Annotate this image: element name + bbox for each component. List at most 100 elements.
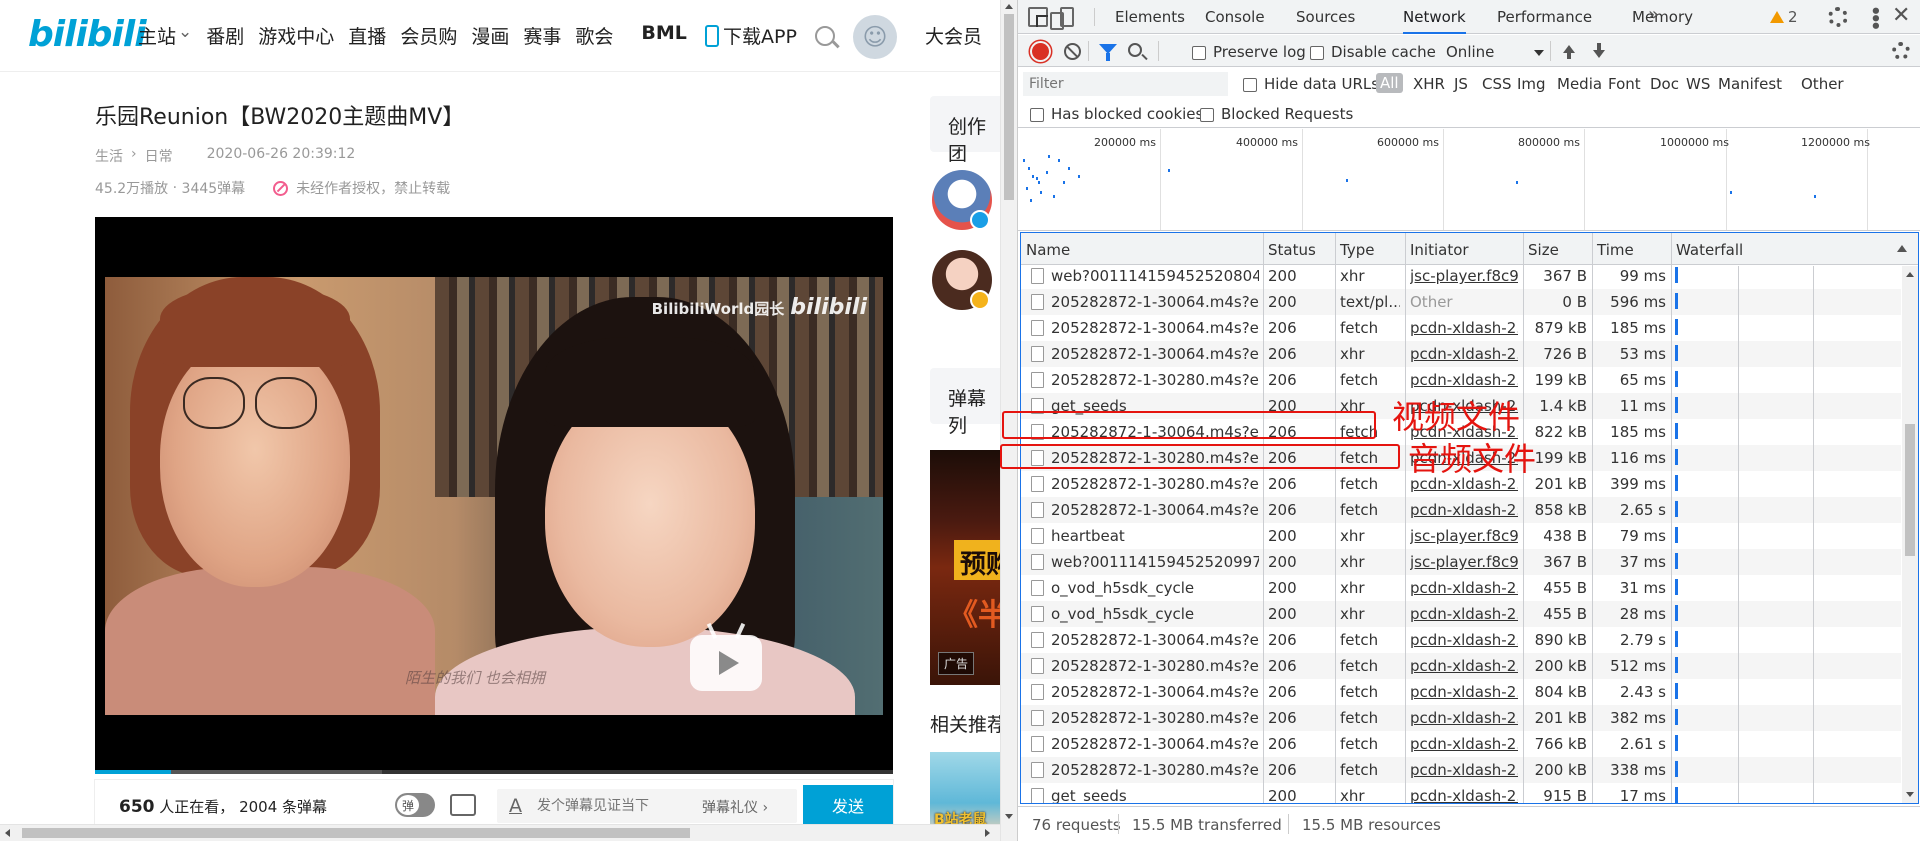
table-row[interactable]: web?0011141594525208047... 200 xhr jsc-play… [1021,266,1901,289]
hide-data-urls-checkbox[interactable]: Hide data URLs [1243,75,1379,93]
search-icon[interactable] [815,26,835,46]
more-options-icon[interactable]: ••• [1864,5,1885,28]
scroll-thumb[interactable] [22,828,690,838]
nav-item[interactable]: 直播 [348,22,386,49]
table-row[interactable]: 205282872-1-30280.m4s?exp... 206 fetch pcdn… [1021,367,1901,393]
preserve-log-checkbox[interactable]: Preserve log [1192,43,1306,61]
column-header-size[interactable]: Size [1528,241,1559,259]
cell-initiator[interactable]: pcdn-xldash-2... [1410,371,1518,389]
table-row[interactable]: 205282872-1-30280.m4s?exp... 206 fetch pcdn… [1021,757,1901,783]
tab-sources[interactable]: Sources [1296,0,1355,34]
cell-initiator[interactable]: pcdn-xldash-2... [1410,683,1518,701]
bilibili-logo[interactable]: bilibili [28,14,147,55]
filter-input[interactable] [1023,72,1228,96]
scroll-thumb[interactable] [1004,14,1014,200]
nav-item[interactable]: 游戏中心 [258,22,334,49]
inspect-element-icon[interactable] [1028,7,1048,27]
clear-icon[interactable] [1064,43,1081,60]
download-app-link[interactable]: 下载APP [705,22,797,49]
filter-type-ws[interactable]: WS [1686,75,1710,93]
cell-initiator[interactable]: pcdn-xldash-2... [1410,761,1518,779]
table-row[interactable]: 205282872-1-30064.m4s?exp... 206 fetch pcdn… [1021,497,1901,523]
filter-type-xhr[interactable]: XHR [1413,75,1445,93]
table-row[interactable]: 205282872-1-30280.m4s?exp... 206 fetch pcdn… [1021,653,1901,679]
cell-initiator[interactable]: pcdn-xldash-2... [1410,501,1518,519]
font-style-icon[interactable]: A [509,795,522,817]
sort-ascending-icon[interactable] [1897,245,1907,252]
filter-type-img[interactable]: Img [1517,75,1546,93]
danmaku-etiquette-link[interactable]: 弹幕礼仪 › [702,797,768,817]
table-row[interactable]: 205282872-1-30064.m4s?exp... 206 fetch pcdn… [1021,315,1901,341]
filter-type-doc[interactable]: Doc [1650,75,1679,93]
cell-initiator[interactable]: pcdn-xldash-2... [1410,605,1518,623]
scroll-left-icon[interactable] [5,829,10,837]
column-header-initiator[interactable]: Initiator [1410,241,1469,259]
video-progress-bar[interactable] [95,770,893,774]
video-frame[interactable]: BilibiliWorld园长 bilibili 陌生的我们 也会相拥 [105,277,883,715]
category-link[interactable]: 生活 [95,146,123,166]
filter-type-manifest[interactable]: Manifest [1718,75,1782,93]
nav-item[interactable]: 主站 [138,22,176,49]
send-danmaku-button[interactable]: 发送 [803,785,893,825]
filter-type-css[interactable]: CSS [1482,75,1512,93]
danmaku-settings-icon[interactable] [450,794,476,816]
page-horizontal-scrollbar[interactable] [0,824,1000,841]
nav-item[interactable]: 赛事 [523,22,561,49]
nav-item-bml[interactable]: BML [641,22,687,49]
blocked-requests-checkbox[interactable]: Blocked Requests [1200,105,1353,123]
settings-gear-icon[interactable] [1828,7,1848,27]
scroll-thumb[interactable] [1905,424,1915,556]
filter-type-all[interactable]: All [1376,73,1403,93]
table-vertical-scrollbar[interactable] [1902,266,1918,803]
network-settings-gear-icon[interactable] [1892,42,1910,60]
column-header-waterfall[interactable]: Waterfall [1676,241,1743,259]
tab-performance[interactable]: Performance [1497,0,1592,34]
filter-type-media[interactable]: Media [1557,75,1602,93]
cell-initiator[interactable]: pcdn-xldash-2... [1410,319,1518,337]
scroll-down-icon[interactable] [1906,792,1914,797]
cell-initiator[interactable]: jsc-player.f8c9... [1410,553,1518,571]
tab-elements[interactable]: Elements [1115,0,1185,34]
filter-icon[interactable] [1099,44,1117,61]
cell-initiator[interactable]: pcdn-xldash-2... [1410,579,1518,597]
scroll-right-icon[interactable] [985,829,990,837]
search-icon[interactable] [1128,43,1142,57]
column-header-status[interactable]: Status [1268,241,1316,259]
nav-item[interactable]: 歌会 [575,22,613,49]
column-header-type[interactable]: Type [1340,241,1374,259]
nav-item[interactable]: 会员购 [400,22,457,49]
filter-type-other[interactable]: Other [1801,75,1844,93]
cell-initiator[interactable]: pcdn-xldash-2... [1410,787,1518,803]
export-har-icon[interactable] [1593,43,1605,59]
table-row[interactable]: 205282872-1-30064.m4s?exp... 206 fetch pcdn… [1021,731,1901,757]
column-header-name[interactable]: Name [1026,241,1070,259]
table-row[interactable]: 205282872-1-30064.m4s?exp... 206 fetch pcdn… [1021,627,1901,653]
filter-type-font[interactable]: Font [1608,75,1641,93]
avatar[interactable]: ☺ [853,15,897,59]
cell-initiator[interactable]: pcdn-xldash-2... [1410,631,1518,649]
filter-type-js[interactable]: JS [1454,75,1468,93]
table-row[interactable]: web?0011141594525209977... 200 xhr jsc-play… [1021,549,1901,575]
tab-console[interactable]: Console [1205,0,1265,34]
warnings-counter[interactable]: 2 [1770,8,1798,26]
disable-cache-checkbox[interactable]: Disable cache [1310,43,1436,61]
scroll-down-icon[interactable] [1005,814,1013,819]
cell-initiator[interactable]: pcdn-xldash-2... [1410,345,1518,363]
table-row[interactable]: 205282872-1-30064.m4s?exp... 200 text/pl..… [1021,289,1901,315]
danmaku-input[interactable] [537,795,697,817]
throttling-select[interactable]: Online [1446,43,1544,61]
column-header-time[interactable]: Time [1597,241,1634,259]
cell-initiator[interactable]: pcdn-xldash-2... [1410,657,1518,675]
table-row[interactable]: get_seeds 200 xhr pcdn-xldash-2... 915 B 17 m… [1021,783,1901,803]
table-row[interactable]: 205282872-1-30280.m4s?exp... 206 fetch pcdn… [1021,705,1901,731]
cell-initiator[interactable]: jsc-player.f8c9... [1410,527,1518,545]
import-har-icon[interactable] [1563,43,1575,59]
nav-item[interactable]: 漫画 [471,22,509,49]
record-icon[interactable] [1032,43,1049,60]
table-row[interactable]: 205282872-1-30064.m4s?exp... 206 xhr pcdn-x… [1021,341,1901,367]
cell-initiator[interactable]: pcdn-xldash-2... [1410,709,1518,727]
table-row[interactable]: o_vod_h5sdk_cycle 200 xhr pcdn-xldash-2... 4… [1021,575,1901,601]
cell-initiator[interactable]: jsc-player.f8c9... [1410,267,1518,285]
device-toolbar-icon[interactable] [1050,7,1074,30]
vip-link[interactable]: 大会员 [925,22,982,49]
